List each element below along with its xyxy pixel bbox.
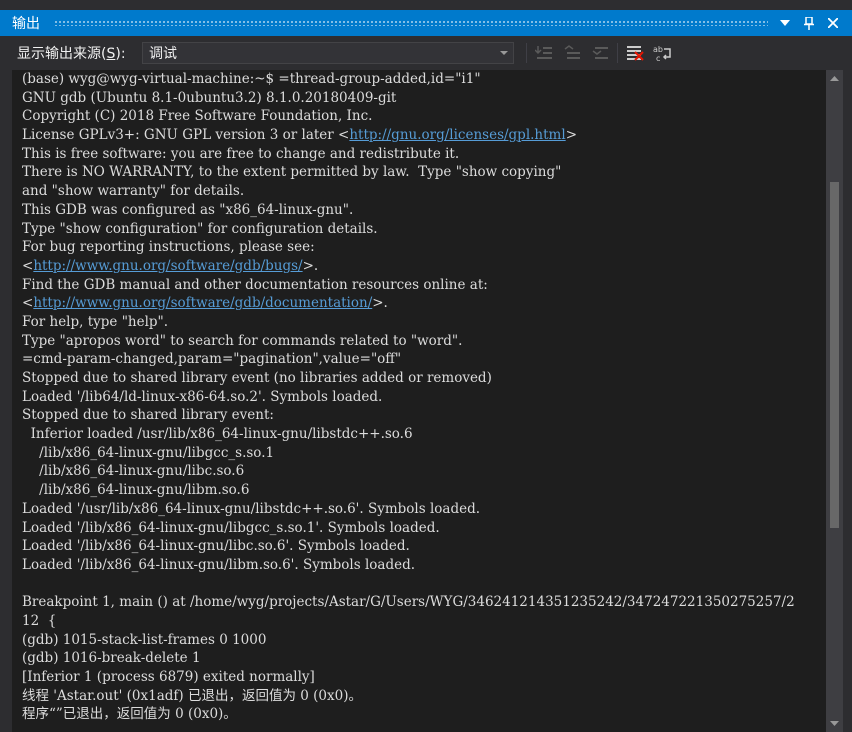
output-line: Loaded '/lib/x86_64-linux-gnu/libm.so.6'… [22,556,416,573]
toolbar-separator [617,43,618,63]
output-line: This is free software: you are free to c… [22,145,460,162]
output-line: GNU gdb (Ubuntu 8.1-0ubuntu3.2) 8.1.0.20… [22,89,397,106]
output-toolbar: 显示输出来源(S): 调试 ab c [0,36,852,70]
output-line: and "show warranty" for details. [22,183,245,200]
output-line: Stopped due to shared library event: [22,407,274,424]
output-line-text: License GPLv3+: GNU GPL version 3 or lat… [22,127,350,144]
output-line: For help, type "help". [22,313,169,330]
title-bar[interactable]: 输出 [0,10,852,36]
output-line: 12 { [22,612,57,629]
output-line: <http://www.gnu.org/software/gdb/documen… [22,294,834,313]
window-right-edge [843,70,852,732]
word-wrap-icon[interactable]: ab c [650,40,676,66]
output-line: Type "show configuration" for configurat… [22,220,378,237]
output-pane[interactable]: (base) wyg@wyg-virtual-machine:~$ =threa… [12,70,852,732]
output-line: /lib/x86_64-linux-gnu/libgcc_s.so.1 [22,444,275,461]
close-icon[interactable] [822,12,844,34]
output-line: There is NO WARRANTY, to the extent perm… [22,164,562,181]
output-line: Find the GDB manual and other documentat… [22,276,488,293]
window-top-strip [0,0,852,10]
output-line: License GPLv3+: GNU GPL version 3 or lat… [22,126,834,145]
output-line: 程序“”已退出，返回值为 0 (0x0)。 [22,706,237,723]
scroll-up-icon[interactable] [826,70,843,87]
output-source-select[interactable]: 调试 [142,42,514,64]
vertical-scrollbar[interactable] [826,70,843,732]
output-line: Breakpoint 1, main () at /home/wyg/proje… [22,594,795,611]
output-line: [Inferior 1 (process 6879) exited normal… [22,669,315,685]
output-line: Loaded '/usr/lib/x86_64-linux-gnu/libstd… [22,500,481,517]
output-line: Type "apropos word" to search for comman… [22,332,463,349]
output-line: (gdb) 1016-break-delete 1 [22,650,201,667]
output-text[interactable]: (base) wyg@wyg-virtual-machine:~$ =threa… [22,70,834,732]
output-window: 输出 显示输出来源(S): 调试 ab c (base) wyg@wyg-vir… [0,0,852,732]
previous-message-icon[interactable] [559,40,585,66]
next-message-icon[interactable] [587,40,613,66]
output-line-text: >. [372,295,388,312]
svg-text:ab: ab [653,45,663,54]
output-link[interactable]: http://www.gnu.org/software/gdb/document… [33,295,372,311]
output-line: /lib/x86_64-linux-gnu/libc.so.6 [22,463,245,480]
output-line: 线程 'Astar.out' (0x1adf) 已退出，返回值为 0 (0x0)… [22,687,362,704]
output-line-text: > [565,127,577,144]
output-line: Loaded '/lib/x86_64-linux-gnu/libgcc_s.s… [22,519,440,536]
svg-text:c: c [656,54,660,62]
goto-current-icon[interactable] [531,40,557,66]
output-line-text: < [22,257,34,274]
output-link[interactable]: http://gnu.org/licenses/gpl.html [349,127,565,143]
output-line: (base) wyg@wyg-virtual-machine:~$ =threa… [22,71,481,87]
output-line: This GDB was configured as "x86_64-linux… [22,201,354,218]
output-line-text: >. [302,257,319,274]
output-link[interactable]: http://www.gnu.org/software/gdb/bugs/ [33,258,302,274]
dropdown-icon[interactable] [774,12,796,34]
output-line: Stopped due to shared library event (no … [22,370,492,386]
output-line: Copyright (C) 2018 Free Software Foundat… [22,108,373,125]
output-line: /lib/x86_64-linux-gnu/libm.so.6 [22,482,250,499]
window-title: 输出 [12,16,40,32]
output-line: For bug reporting instructions, please s… [22,239,315,256]
output-line: Loaded '/lib/x86_64-linux-gnu/libc.so.6'… [22,538,410,555]
scroll-thumb[interactable] [830,182,839,528]
output-line: =cmd-param-changed,param="pagination",va… [22,351,402,368]
output-line: (gdb) 1015-stack-list-frames 0 1000 [22,631,267,648]
chevron-down-icon[interactable] [500,51,508,55]
output-line: Loaded '/lib64/ld-linux-x86-64.so.2'. Sy… [22,388,383,405]
source-label: 显示输出来源(S): [0,43,133,63]
output-line: Inferior loaded /usr/lib/x86_64-linux-gn… [22,426,413,443]
clear-all-icon[interactable] [622,40,648,66]
source-label-prefix: 显示输出来源( [17,46,107,62]
scroll-down-icon[interactable] [826,715,843,732]
toolbar-separator [526,43,527,63]
output-source-value: 调试 [149,46,177,62]
source-label-suffix: ): [115,46,126,62]
pin-icon[interactable] [798,12,820,34]
title-grip[interactable] [54,20,768,26]
output-line-text: < [22,295,34,312]
output-line: <http://www.gnu.org/software/gdb/bugs/>. [22,257,834,276]
